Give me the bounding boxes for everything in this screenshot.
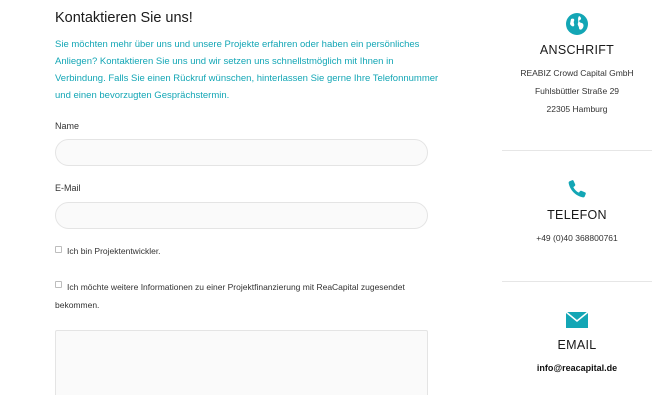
message-textarea[interactable] <box>55 330 428 395</box>
email-label: E-Mail <box>55 183 81 193</box>
phone-number[interactable]: +49 (0)40 368800761 <box>502 229 652 247</box>
email-field[interactable] <box>55 202 428 229</box>
envelope-icon <box>502 311 652 329</box>
info-checkbox-label: Ich möchte weitere Informationen zu eine… <box>55 282 405 310</box>
address-street: Fuhlsbüttler Straße 29 <box>534 86 620 96</box>
divider <box>502 281 652 282</box>
info-checkbox[interactable] <box>55 281 62 288</box>
developer-checkbox[interactable] <box>55 246 62 253</box>
email-link[interactable]: info@reacapital.de <box>502 363 652 373</box>
phone-heading: TELEFON <box>547 208 607 222</box>
form-intro: Sie möchten mehr über uns und unsere Pro… <box>55 39 439 101</box>
address-company: REABIZ Crowd Capital GmbH <box>520 68 634 78</box>
phone-icon <box>502 178 652 200</box>
contact-form: Kontaktieren Sie uns! Sie möchten mehr ü… <box>0 0 500 395</box>
address-city: 22305 Hamburg <box>546 104 608 114</box>
divider <box>502 150 652 151</box>
form-title: Kontaktieren Sie uns! <box>55 10 193 26</box>
globe-icon <box>502 12 652 36</box>
name-label: Name <box>55 121 80 131</box>
name-input[interactable] <box>55 139 428 166</box>
info-option[interactable]: Ich möchte weitere Informationen zu eine… <box>55 278 430 314</box>
email-heading: EMAIL <box>557 338 597 352</box>
contact-sidebar: ANSCHRIFT REABIZ Crowd Capital GmbH Fuhl… <box>502 0 652 395</box>
address-heading: ANSCHRIFT <box>539 43 615 57</box>
developer-option[interactable]: Ich bin Projektentwickler. <box>55 243 161 260</box>
developer-checkbox-label: Ich bin Projektentwickler. <box>67 246 161 256</box>
